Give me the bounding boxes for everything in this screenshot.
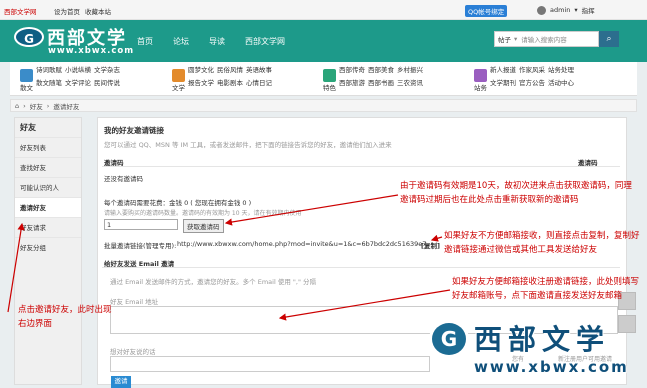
invite-link-label: 批量邀请链接(管理专用): (104, 242, 177, 250)
subnav-link[interactable]: 西部书画 (368, 79, 394, 88)
avatar[interactable] (537, 5, 546, 15)
subnav-group-special: 特色 西部传奇 西部旅游 西部美食 西部书画 乡村振兴 三农资讯 (323, 66, 423, 92)
set-home-link[interactable]: 设为首页 (54, 6, 80, 16)
sidebar-title: 好友 (20, 123, 36, 132)
top-bar: 西部文学网 设为首页 收藏本站 QQ帐号绑定 admin ▾ 指挥 (0, 0, 647, 20)
search-scope-select[interactable]: 帖子 (498, 34, 511, 44)
subnav-link[interactable]: 站务处理 (548, 66, 574, 75)
subnav-link[interactable]: 电影剧本 (217, 79, 243, 88)
logo-mark-icon: G (14, 27, 44, 47)
subnav-link[interactable]: 西部旅游 (339, 79, 365, 88)
sidebar-item-requests[interactable]: 好友请求 (15, 217, 81, 237)
subnav-link[interactable]: 报告文学 (188, 79, 214, 88)
literature-icon (172, 69, 185, 82)
nav-xbwx[interactable]: 西部文学网 (245, 36, 285, 47)
watermark-url: www.xbwx.com (474, 358, 629, 376)
message-field[interactable] (110, 356, 430, 372)
site-header: G 西部文学 www.xbwx.com 首页 论坛 导读 西部文学网 帖子 ▾ … (0, 20, 647, 62)
watermark-logo: G 西部文学 www.xbwx.com (432, 320, 638, 385)
category-nav: 散文 诗词歌赋 散文随笔 小说纵横 文学评论 文学杂志 民间传说 文学 圆梦文化 报告文… (10, 62, 637, 96)
subnav-link[interactable]: 文学评论 (65, 79, 91, 88)
prose-icon (20, 69, 33, 82)
subnav-link[interactable]: 作家风采 (519, 66, 545, 75)
bookmark-link[interactable]: 收藏本站 (85, 6, 111, 16)
subnav-link[interactable]: 民间传说 (94, 79, 120, 88)
message-field-label: 想对好友说的话 (110, 348, 156, 356)
breadcrumb: ⌂ › 好友 › 邀请好友 (10, 99, 637, 112)
subnav-link[interactable]: 诗词歌赋 (36, 66, 62, 75)
copy-link-button[interactable]: [复制] (421, 240, 440, 250)
annotation-get-code: 由于邀请码有效期是10天，故初次进来点击获取邀请码，同理邀请码过期后也在此处点击… (400, 181, 632, 205)
subnav-link[interactable]: 散文随笔 (36, 79, 62, 88)
email-invite-desc: 通过 Email 发送邮件的方式，邀请您的好友。多个 Email 使用 "," … (110, 278, 317, 286)
subnav-link[interactable]: 活动中心 (548, 79, 574, 88)
subnav-link[interactable]: 小说纵横 (65, 66, 91, 75)
get-invite-code-button[interactable]: 获取邀请码 (183, 219, 224, 233)
qq-bind-button[interactable]: QQ帐号绑定 (465, 5, 508, 17)
subnav-group-literature: 文学 圆梦文化 报告文学 民俗风情 电影剧本 英语故事 心情日记 (172, 66, 272, 92)
subnav-link[interactable]: 英语故事 (246, 66, 272, 75)
special-icon (323, 69, 336, 82)
subnav-link[interactable]: 新人报道 (490, 66, 516, 75)
subnav-link[interactable]: 民俗风情 (217, 66, 243, 75)
annotation-copy-link: 如果好友不方便邮箱接收，则直接点击复制，复制好邀请链接通过微信或其他工具发送给好… (444, 231, 640, 255)
subnav-link[interactable]: 西部美食 (368, 66, 394, 75)
nav-forum[interactable]: 论坛 (173, 36, 189, 47)
subnav-link[interactable]: 三农资讯 (397, 79, 423, 88)
intro-text: 您可以通过 QQ、MSN 等 IM 工具，或者发送邮件，把下面的链接告诉您的好友… (104, 141, 392, 149)
chevron-down-icon[interactable]: ▾ (574, 6, 577, 14)
cost-text: 每个邀请码需要花费：金钱 0 ( 您现在拥有金钱 0 ) (104, 199, 252, 207)
sidebar-item-may-know[interactable]: 可能认识的人 (15, 177, 81, 197)
watermark-text: 西部文学 (474, 323, 611, 356)
site-logo[interactable]: G 西部文学 www.xbwx.com (14, 24, 133, 56)
sidebar: 好友 好友列表 查找好友 可能认识的人 邀请好友 好友请求 好友分组 (14, 117, 82, 385)
subnav-link[interactable]: 圆梦文化 (188, 66, 214, 75)
nav-home[interactable]: 首页 (137, 36, 153, 47)
watermark-mark-icon: G (432, 323, 466, 355)
search-icon: ⌕ (606, 34, 612, 44)
home-icon[interactable]: ⌂ (15, 102, 19, 110)
subnav-link[interactable]: 官方公告 (519, 79, 545, 88)
sidebar-item-invite[interactable]: 邀请好友 (15, 197, 81, 217)
buy-hint: 请输入要购买的邀请码数量。邀请码的有效期为 10 天，请在有效期内使用 (104, 210, 302, 217)
site-icon (474, 69, 487, 82)
sidebar-item-find-friends[interactable]: 查找好友 (15, 157, 81, 177)
points-link[interactable]: 指挥 (582, 5, 595, 15)
subnav-link[interactable]: 文学杂志 (94, 66, 120, 75)
subnav-group-prose: 散文 诗词歌赋 散文随笔 小说纵横 文学评论 文学杂志 民间传说 (20, 66, 120, 92)
breadcrumb-friends[interactable]: 好友 (30, 101, 43, 111)
invite-link-url[interactable]: http://www.xbwxw.com/home.php?mod=invite… (177, 240, 426, 248)
logo-url: www.xbwx.com (48, 46, 135, 56)
site-link[interactable]: 西部文学网 (4, 6, 37, 16)
chevron-down-icon[interactable]: ▾ (514, 35, 517, 43)
annotation-email: 如果好友方便邮箱接收注册邀请链接，此处则填写好友邮箱账号，点下面邀请直接发送好友… (452, 277, 640, 301)
nav-guide[interactable]: 导读 (209, 36, 225, 47)
no-code-text: 还没有邀请码 (104, 175, 143, 183)
search-box[interactable]: 帖子 ▾ 请输入搜索内容 (494, 31, 599, 47)
divider (102, 166, 620, 167)
sidebar-item-friend-list[interactable]: 好友列表 (15, 137, 81, 157)
subnav-link[interactable]: 文学期刊 (490, 79, 516, 88)
search-input[interactable]: 请输入搜索内容 (521, 34, 567, 44)
breadcrumb-invite: 邀请好友 (53, 102, 80, 111)
subnav-link[interactable]: 心情日记 (246, 79, 272, 88)
subnav-group-site: 站务 新人报道 文学期刊 作家风采 官方公告 站务处理 活动中心 (474, 66, 574, 92)
annotation-sidebar: 点击邀请好友，此时出现右边界面 (18, 305, 112, 329)
send-invite-button[interactable]: 邀请 (111, 376, 131, 388)
subnav-link[interactable]: 乡村振兴 (397, 66, 423, 75)
username[interactable]: admin (550, 6, 570, 14)
divider (102, 267, 620, 268)
subnav-link[interactable]: 西部传奇 (339, 66, 365, 75)
search-button[interactable]: ⌕ (599, 31, 619, 47)
page-title: 我的好友邀请链接 (104, 126, 164, 135)
quantity-input[interactable]: 1 (104, 219, 178, 230)
sidebar-item-groups[interactable]: 好友分组 (15, 237, 81, 257)
